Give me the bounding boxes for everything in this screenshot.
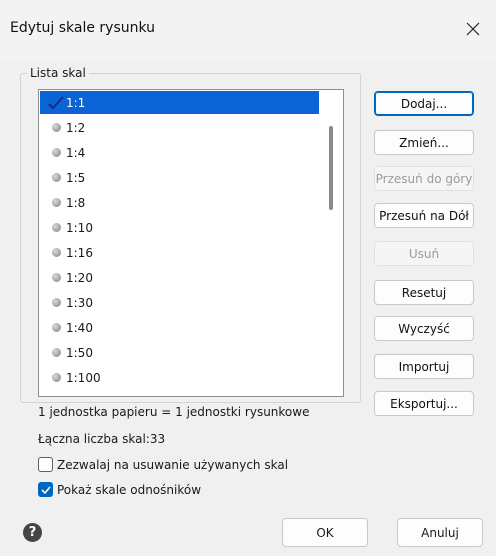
scale-item-label: 1:16	[66, 245, 93, 260]
show-reference-scales-checkbox[interactable]: Pokaż skale odnośników	[38, 482, 201, 497]
reset-button[interactable]: Resetuj	[374, 280, 474, 305]
total-count-text: Łączna liczba skal:33	[38, 432, 166, 446]
close-icon	[466, 22, 480, 36]
scale-item-label: 1:5	[66, 170, 86, 185]
delete-button[interactable]: Usuń	[374, 241, 474, 266]
checkbox-label: Zezwalaj na usuwanie używanych skal	[57, 457, 289, 472]
dot-icon	[46, 266, 66, 289]
close-button[interactable]	[458, 14, 488, 44]
scrollbar-thumb[interactable]	[329, 126, 333, 210]
scale-item-1-40[interactable]: 1:40	[40, 316, 319, 339]
move-up-button[interactable]: Przesuń do góry	[374, 166, 474, 191]
allow-delete-used-checkbox[interactable]: Zezwalaj na usuwanie używanych skal	[38, 457, 288, 472]
scale-item-1-100[interactable]: 1:100	[40, 366, 319, 389]
scale-item-1-10[interactable]: 1:10	[40, 216, 319, 239]
cancel-button[interactable]: Anuluj	[397, 518, 483, 547]
dot-icon	[46, 166, 66, 189]
checkbox-box-checked	[38, 482, 53, 497]
export-button[interactable]: Eksportuj...	[374, 391, 474, 416]
scale-item-1-1[interactable]: 1:1	[40, 91, 319, 114]
scale-item-label: 1:100	[66, 370, 101, 385]
dot-icon	[46, 341, 66, 364]
checkbox-box	[38, 457, 53, 472]
scale-item-label: 1:1	[66, 95, 86, 110]
scale-item-1-50[interactable]: 1:50	[40, 341, 319, 364]
scale-item-1-4[interactable]: 1:4	[40, 141, 319, 164]
dot-icon	[46, 191, 66, 214]
scale-item-label: 1:10	[66, 220, 93, 235]
dot-icon	[46, 366, 66, 389]
scale-item-1-20[interactable]: 1:20	[40, 266, 319, 289]
ok-button[interactable]: OK	[282, 518, 368, 547]
scale-item-1-30[interactable]: 1:30	[40, 291, 319, 314]
scale-item-1-16[interactable]: 1:16	[40, 241, 319, 264]
scale-list-group-label: Lista skal	[27, 66, 89, 80]
scale-item-label: 1:2	[66, 120, 86, 135]
scale-item-1-8[interactable]: 1:8	[40, 191, 319, 214]
scale-list[interactable]: 1:1 1:2 1:4 1:5 1:8 1:10 1:16 1:20 1:30 …	[38, 89, 344, 397]
change-button[interactable]: Zmień...	[374, 130, 474, 155]
add-button[interactable]: Dodaj...	[374, 91, 474, 116]
dot-icon	[46, 141, 66, 164]
import-button[interactable]: Importuj	[374, 354, 474, 379]
help-icon[interactable]: ?	[23, 523, 42, 542]
checkmark-icon	[46, 91, 66, 114]
scale-item-label: 1:20	[66, 270, 93, 285]
scale-item-label: 1:30	[66, 295, 93, 310]
clear-button[interactable]: Wyczyść	[374, 316, 474, 341]
title-bar: Edytuj skale rysunku	[0, 0, 496, 62]
scale-item-1-5[interactable]: 1:5	[40, 166, 319, 189]
check-icon	[40, 485, 51, 494]
dot-icon	[46, 241, 66, 264]
scale-item-1-2[interactable]: 1:2	[40, 116, 319, 139]
window-title: Edytuj skale rysunku	[10, 20, 156, 36]
dot-icon	[46, 291, 66, 314]
move-down-button[interactable]: Przesuń na Dół	[374, 203, 474, 228]
unit-ratio-text: 1 jednostka papieru = 1 jednostki rysunk…	[38, 405, 310, 419]
dot-icon	[46, 316, 66, 339]
dot-icon	[46, 216, 66, 239]
scale-item-label: 1:4	[66, 145, 86, 160]
dot-icon	[46, 116, 66, 139]
checkbox-label: Pokaż skale odnośników	[57, 482, 202, 497]
scale-item-label: 1:50	[66, 345, 93, 360]
scale-item-label: 1:40	[66, 320, 93, 335]
scale-item-label: 1:8	[66, 195, 86, 210]
